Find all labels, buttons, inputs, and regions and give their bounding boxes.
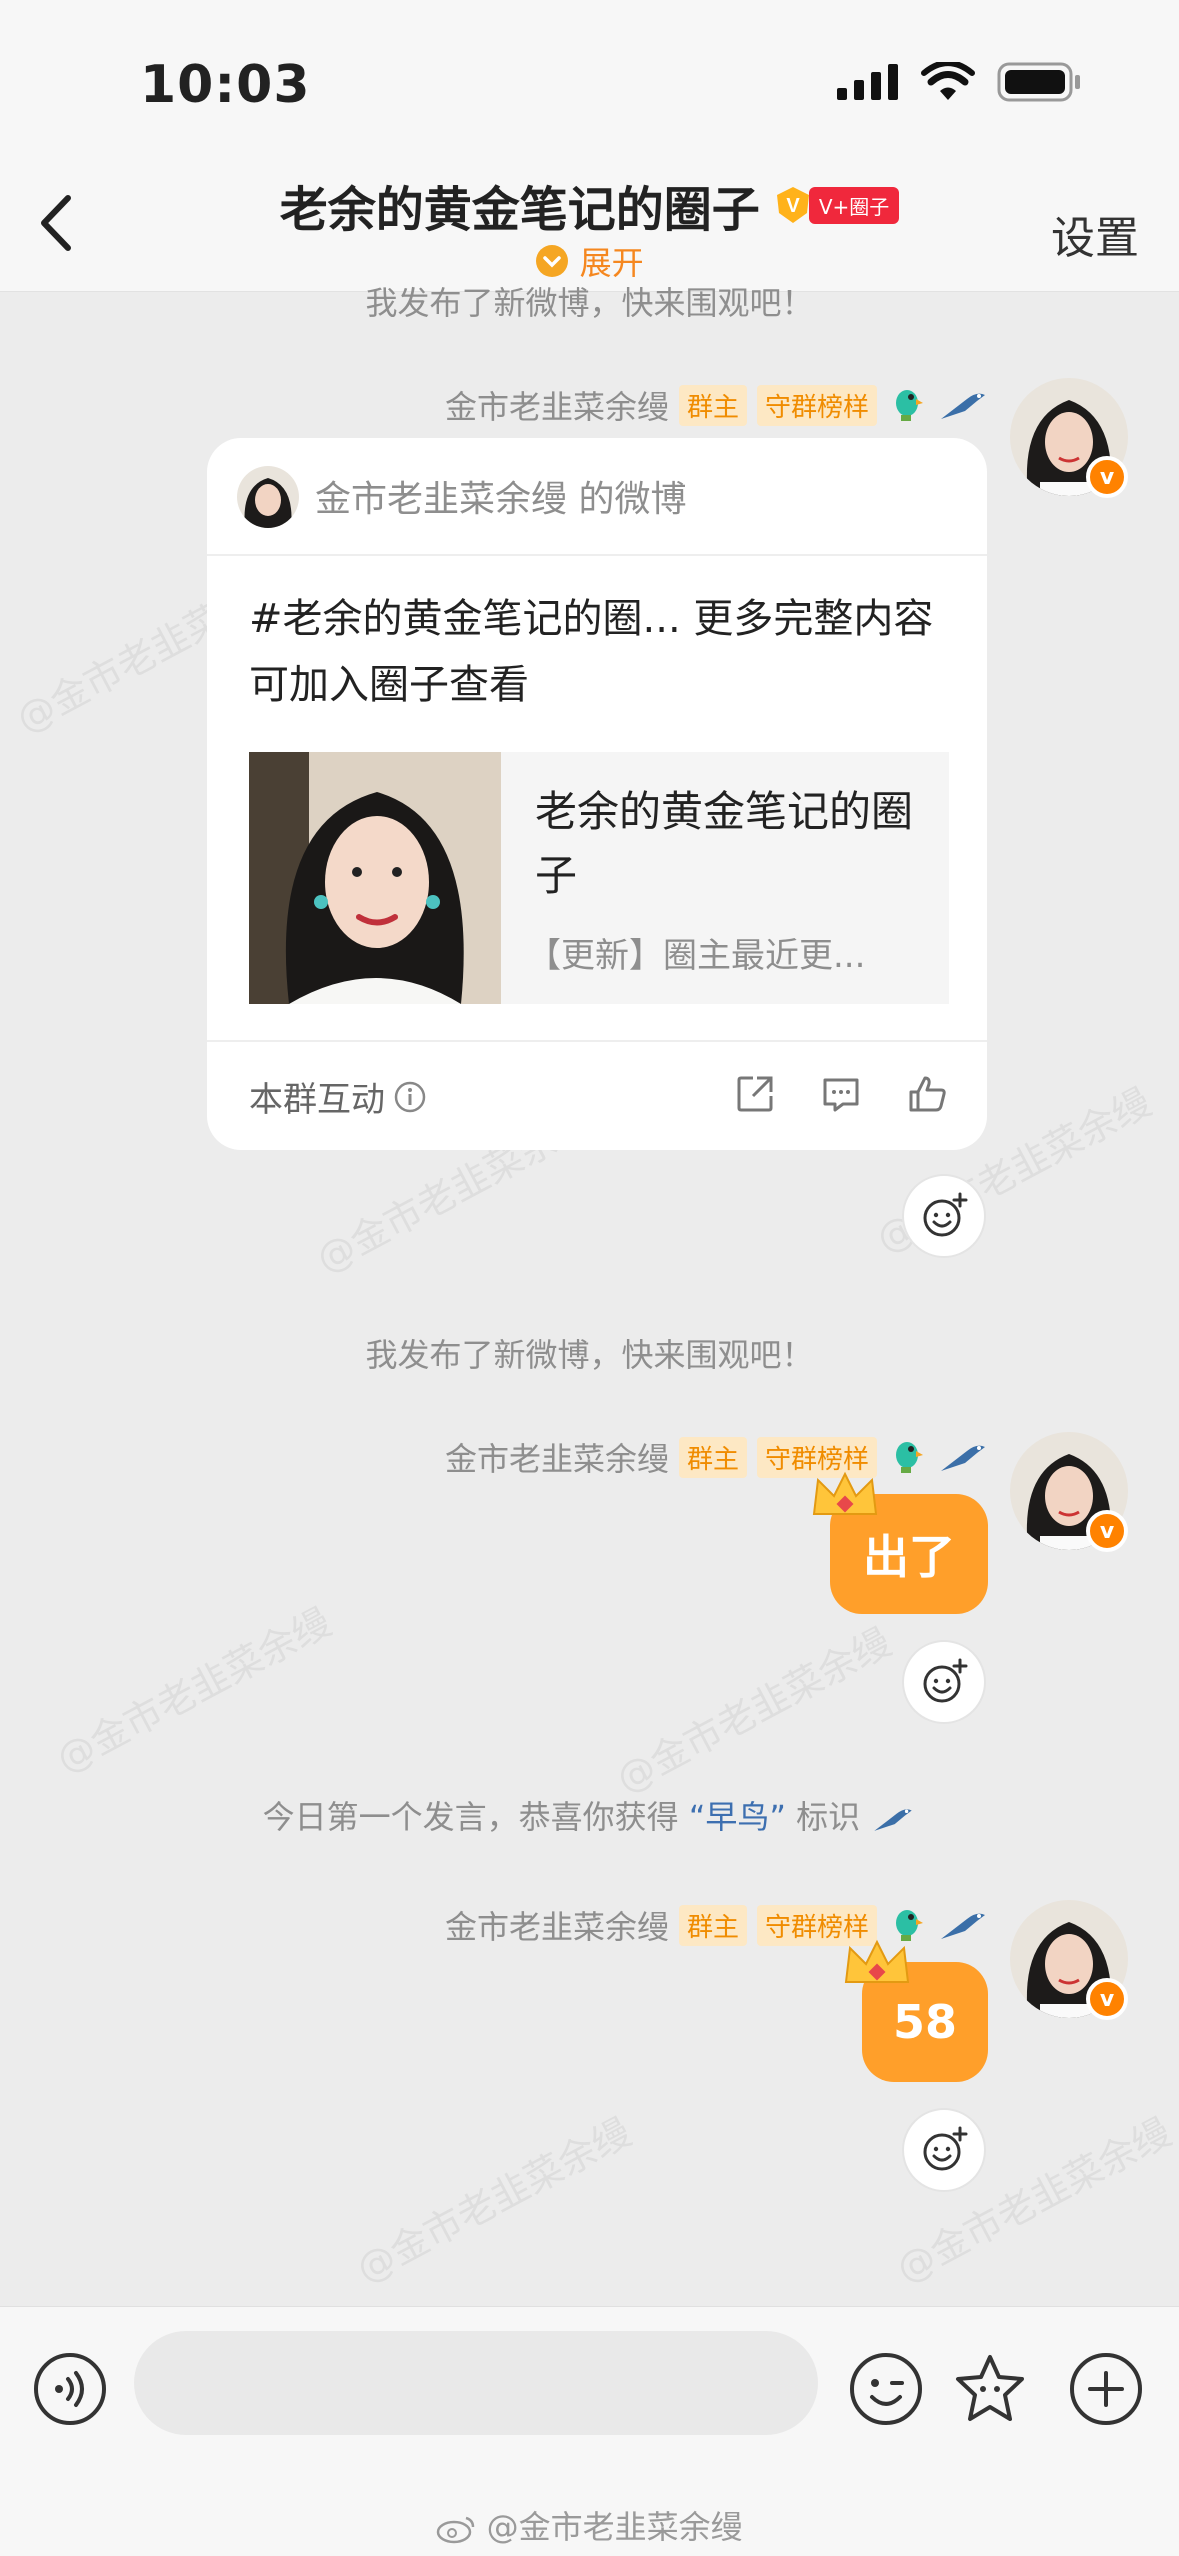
card-header: 金市老韭菜余缦 的微博 bbox=[207, 438, 987, 556]
wifi-icon bbox=[921, 62, 975, 100]
chevron-down-circle-icon bbox=[536, 245, 569, 277]
system-message: 我发布了新微博，快来围观吧！ bbox=[365, 1336, 814, 1374]
tag-owner: 群主 bbox=[678, 1904, 747, 1946]
smile-plus-icon bbox=[923, 1192, 968, 1237]
sticker-icon[interactable] bbox=[952, 2351, 1028, 2427]
message-input[interactable] bbox=[134, 2331, 818, 2435]
smile-plus-icon bbox=[923, 1658, 968, 1703]
parrot-icon bbox=[896, 1442, 923, 1473]
status-icons bbox=[837, 62, 1083, 102]
status-time: 10:03 bbox=[140, 55, 311, 115]
circle-cover-image bbox=[249, 752, 501, 1004]
sender-name[interactable]: 金市老韭菜余缦 bbox=[445, 1902, 669, 1948]
tag-owner: 群主 bbox=[678, 1436, 747, 1478]
page-title: 老余的黄金笔记的圈子 bbox=[279, 182, 760, 238]
sender-meta: 金市老韭菜余缦 群主 守群榜样 bbox=[445, 382, 989, 428]
sender-meta: 金市老韭菜余缦 群主 守群榜样 bbox=[445, 1434, 989, 1480]
status-bar: 10:03 bbox=[0, 0, 1179, 150]
settings-button[interactable]: 设置 bbox=[1051, 202, 1139, 266]
system-message: 我发布了新微博，快来围观吧！ bbox=[365, 284, 814, 322]
svg-text:V: V bbox=[786, 195, 800, 217]
circle-link[interactable]: 老余的黄金笔记的圈子 【更新】圈主最近更... bbox=[249, 752, 949, 1004]
comment-icon[interactable] bbox=[819, 1072, 863, 1116]
signal-icon bbox=[837, 64, 898, 100]
tag-owner: 群主 bbox=[678, 384, 747, 426]
like-icon[interactable] bbox=[905, 1072, 949, 1116]
vplus-label: V+圈子 bbox=[808, 186, 900, 224]
vplus-badge: V V+圈子 bbox=[773, 185, 900, 225]
tag-guard: 守群榜样 bbox=[756, 384, 877, 426]
add-reaction-button[interactable] bbox=[902, 2108, 986, 2192]
early-bird-icon bbox=[941, 1913, 985, 1939]
crown-icon bbox=[812, 1471, 878, 1515]
plus-icon[interactable] bbox=[1068, 2351, 1144, 2427]
battery-icon bbox=[997, 62, 1080, 102]
card-actions bbox=[733, 1072, 949, 1116]
navigation-bar: 老余的黄金笔记的圈子 V V+圈子 展开 设置 bbox=[0, 150, 1179, 292]
sender-name[interactable]: 金市老韭菜余缦 bbox=[445, 382, 669, 428]
title-area: 老余的黄金笔记的圈子 V V+圈子 bbox=[0, 170, 1179, 240]
system-message-early-bird: 今日第一个发言，恭喜你获得 “早鸟” 标识 bbox=[0, 1792, 1179, 1838]
early-bird-suffix: 标识 bbox=[796, 1798, 861, 1836]
early-bird-word: “早鸟” bbox=[688, 1798, 786, 1836]
card-header-text: 金市老韭菜余缦 的微博 bbox=[315, 479, 687, 520]
weibo-logo-icon bbox=[437, 2516, 475, 2544]
early-bird-prefix: 今日第一个发言，恭喜你获得 bbox=[262, 1798, 679, 1836]
smile-plus-icon bbox=[923, 2126, 968, 2171]
add-reaction-button[interactable] bbox=[902, 1640, 986, 1724]
verified-icon: v bbox=[1086, 1978, 1128, 2020]
circle-link-title: 老余的黄金笔记的圈子 bbox=[535, 787, 914, 900]
add-reaction-button[interactable] bbox=[902, 1174, 986, 1258]
expand-label: 展开 bbox=[579, 244, 644, 282]
early-bird-icon bbox=[941, 393, 985, 419]
weibo-share-card[interactable]: 金市老韭菜余缦 的微博 #老余的黄金笔记的圈... 更多完整内容可加入圈子查看 … bbox=[207, 438, 987, 1150]
emoji-icon[interactable] bbox=[848, 2351, 924, 2427]
group-interaction[interactable]: 本群互动 bbox=[249, 1072, 427, 1121]
card-avatar bbox=[237, 466, 299, 528]
early-bird-icon bbox=[874, 1809, 913, 1831]
footer-watermark-text: @金市老韭菜余缦 bbox=[486, 2508, 743, 2546]
crown-icon bbox=[844, 1939, 910, 1983]
v-shield-icon: V bbox=[776, 187, 809, 223]
parrot-icon bbox=[896, 390, 923, 421]
early-bird-icon bbox=[941, 1445, 985, 1471]
group-interaction-label: 本群互动 bbox=[249, 1080, 385, 1120]
verified-icon: v bbox=[1086, 1510, 1128, 1552]
share-icon[interactable] bbox=[733, 1072, 777, 1116]
watermark: @金市老韭菜余缦 bbox=[49, 1599, 339, 1782]
info-icon bbox=[394, 1081, 426, 1112]
circle-link-subtitle: 【更新】圈主最近更... bbox=[527, 936, 866, 976]
watermark: @金市老韭菜余缦 bbox=[609, 1619, 899, 1802]
verified-icon: v bbox=[1086, 456, 1128, 498]
voice-icon[interactable] bbox=[32, 2351, 108, 2427]
weibo-watermark: @金市老韭菜余缦 bbox=[0, 2502, 1179, 2548]
watermark: @金市老韭菜余缦 bbox=[349, 2109, 639, 2292]
sender-name[interactable]: 金市老韭菜余缦 bbox=[445, 1434, 669, 1480]
card-footer: 本群互动 bbox=[207, 1040, 987, 1150]
card-text: #老余的黄金笔记的圈... 更多完整内容可加入圈子查看 bbox=[249, 596, 934, 708]
